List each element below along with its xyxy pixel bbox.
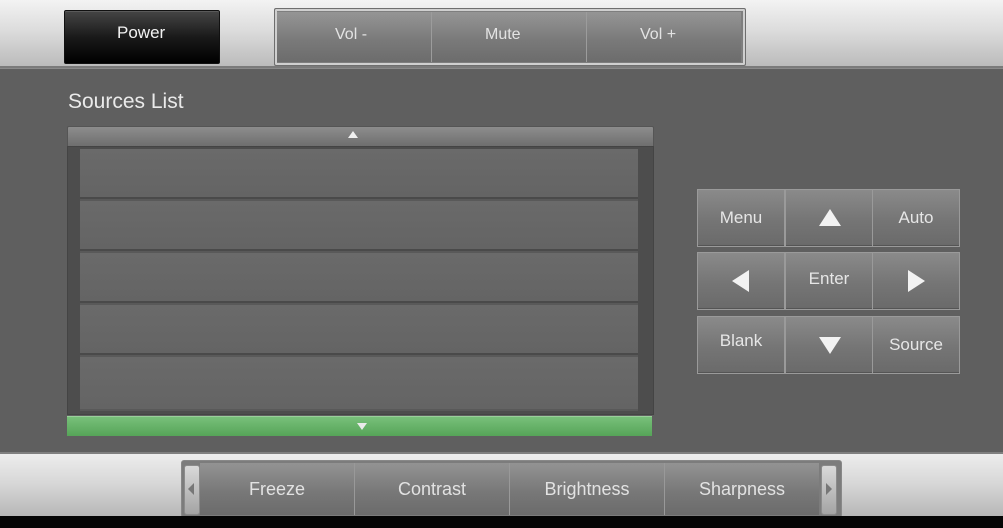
sources-list [67, 146, 654, 415]
auto-label: Auto [898, 208, 934, 227]
source-label: Source [889, 335, 943, 354]
scroll-left-button[interactable] [184, 465, 200, 515]
menu-label: Menu [719, 208, 763, 227]
source-list-item[interactable] [80, 149, 638, 199]
chevron-down-icon [357, 423, 367, 430]
mute-button[interactable]: Mute [432, 12, 587, 62]
source-list-item[interactable] [80, 253, 638, 303]
scroll-left-icon [188, 483, 194, 495]
sharpness-button[interactable]: Sharpness [665, 463, 819, 515]
chevron-up-icon [348, 131, 358, 138]
sources-list-panel [80, 149, 638, 411]
brightness-button[interactable]: Brightness [510, 463, 665, 515]
remote-control-panel: Power Vol - Mute Vol + Sources List Menu… [0, 0, 1003, 528]
arrow-right-icon [908, 270, 925, 292]
bottom-edge [0, 516, 1003, 528]
scroll-right-button[interactable] [821, 465, 837, 515]
top-toolbar: Power Vol - Mute Vol + [0, 0, 1003, 69]
menu-button[interactable]: Menu [697, 189, 785, 247]
freeze-button[interactable]: Freeze [200, 463, 355, 515]
volume-up-label: Vol + [640, 26, 677, 43]
volume-control-group: Vol - Mute Vol + [274, 8, 746, 66]
volume-up-button[interactable]: Vol + [587, 12, 741, 62]
power-button[interactable]: Power [64, 10, 220, 64]
up-button[interactable] [785, 189, 873, 247]
arrow-down-icon [819, 337, 841, 354]
sources-scroll-down-button[interactable] [67, 416, 652, 436]
source-list-item[interactable] [80, 305, 638, 355]
sources-list-title: Sources List [68, 90, 184, 113]
volume-down-button[interactable]: Vol - [277, 12, 432, 62]
toolbar-divider [0, 66, 1003, 68]
sources-scroll-up-button[interactable] [67, 126, 654, 148]
blank-button[interactable]: Blank [697, 316, 785, 374]
enter-label: Enter [808, 269, 850, 288]
arrow-up-icon [819, 209, 841, 226]
down-button[interactable] [785, 316, 873, 374]
source-list-item[interactable] [80, 201, 638, 251]
enter-button[interactable]: Enter [785, 252, 873, 310]
left-button[interactable] [697, 252, 785, 310]
scroll-right-icon [826, 483, 832, 495]
bottom-toolbar: Freeze Contrast Brightness Sharpness [0, 452, 1003, 518]
navigation-keypad: Menu Auto Enter Blank Source [697, 189, 960, 374]
source-list-item[interactable] [80, 357, 638, 409]
right-button[interactable] [872, 252, 960, 310]
adjustment-button-group: Freeze Contrast Brightness Sharpness [181, 460, 842, 518]
arrow-left-icon [732, 270, 749, 292]
mute-label: Mute [485, 26, 521, 43]
blank-label: Blank [719, 331, 763, 350]
auto-button[interactable]: Auto [872, 189, 960, 247]
contrast-button[interactable]: Contrast [355, 463, 510, 515]
volume-down-label: Vol - [335, 26, 368, 43]
source-button[interactable]: Source [872, 316, 960, 374]
